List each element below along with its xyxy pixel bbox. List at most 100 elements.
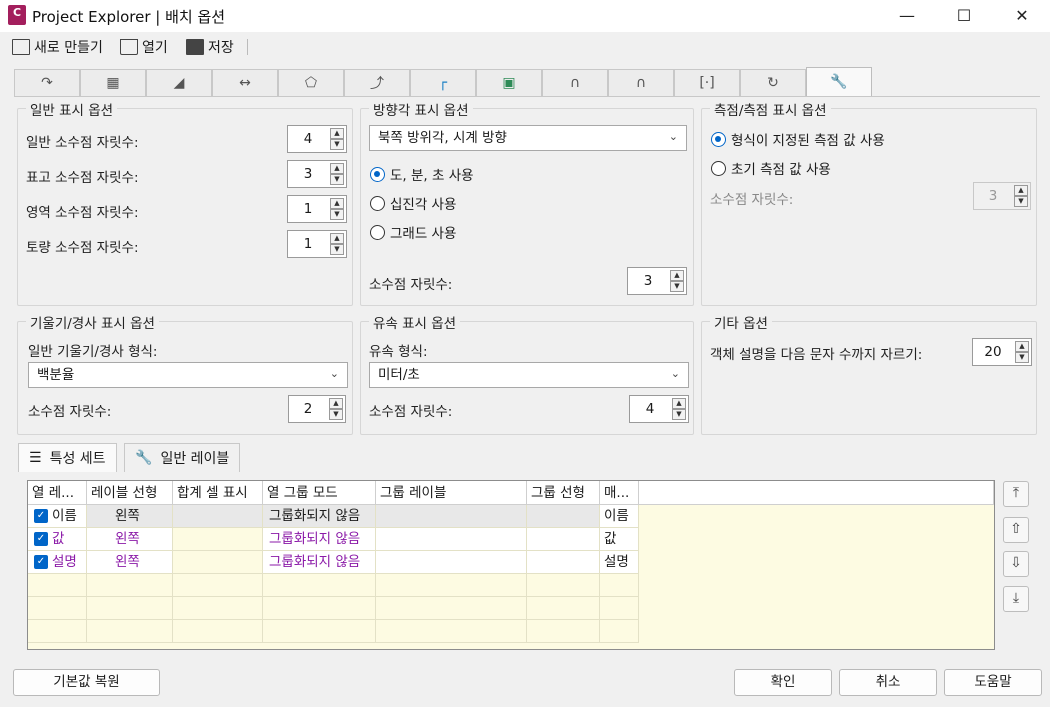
open-button[interactable]: 열기 [120, 36, 168, 58]
checkbox-icon[interactable]: ✓ [34, 532, 48, 546]
column-header[interactable]: 열 레... [28, 481, 87, 505]
spin-up-icon[interactable]: ▲ [330, 163, 344, 174]
tab-map[interactable]: ▣ [476, 69, 542, 96]
spin-down-icon[interactable]: ▼ [330, 244, 344, 255]
table-row[interactable]: ✓ 값 [28, 528, 87, 551]
radio-decimal[interactable]: 십진각 사용 [370, 193, 456, 213]
table-row[interactable]: ✓ 설명 [28, 551, 87, 574]
spin-down-icon[interactable]: ▼ [330, 174, 344, 185]
row-summary[interactable] [173, 551, 263, 574]
radio-grad[interactable]: 그래드 사용 [370, 222, 456, 242]
tab-pipe[interactable]: ∩ [542, 69, 608, 96]
move-down-button[interactable]: ⇩ [1003, 551, 1029, 577]
area-decimals-stepper[interactable]: 1 ▲ ▼ [287, 195, 347, 223]
cancel-button[interactable]: 취소 [839, 669, 937, 696]
row-align[interactable]: 왼쪽 [87, 505, 173, 528]
row-last[interactable]: 이름 [600, 505, 639, 528]
close-button[interactable]: ✕ [999, 0, 1045, 32]
spin-down-icon[interactable]: ▼ [1015, 352, 1029, 363]
station-decimals-stepper[interactable]: 3 ▲ ▼ [973, 182, 1031, 210]
tab-pressure-pipe[interactable]: ∩ [608, 69, 674, 96]
column-header[interactable]: 그룹 선형 [527, 481, 600, 505]
elevation-decimals-label: 표고 소수점 자릿수: [26, 170, 139, 186]
spin-up-icon[interactable]: ▲ [329, 398, 343, 409]
row-mode[interactable]: 그룹화되지 않음 [263, 528, 376, 551]
checkbox-icon[interactable]: ✓ [34, 555, 48, 569]
row-last[interactable]: 값 [600, 528, 639, 551]
row-group-align[interactable] [527, 528, 600, 551]
spin-up-icon[interactable]: ▲ [1015, 341, 1029, 352]
tab-bridge[interactable]: ▦ [80, 69, 146, 96]
property-grid: 열 레... 레이블 선형 합계 셀 표시 열 그룹 모드 그룹 레이블 그룹 … [27, 480, 995, 650]
new-document-icon [12, 39, 30, 55]
row-group-align[interactable] [527, 551, 600, 574]
spin-down-icon[interactable]: ▼ [330, 139, 344, 150]
slope-format-select[interactable]: 백분율 ⌄ [28, 362, 348, 388]
tab-corner[interactable]: ┌ [410, 69, 476, 96]
bearing-decimals-stepper[interactable]: 3 ▲ ▼ [627, 267, 687, 295]
general-decimals-stepper[interactable]: 4 ▲ ▼ [287, 125, 347, 153]
tab-surface[interactable]: ⬠ [278, 69, 344, 96]
row-mode[interactable]: 그룹화되지 않음 [263, 551, 376, 574]
bearing-format-select[interactable]: 북쪽 방위각, 시계 방향 ⌄ [369, 125, 687, 151]
restore-defaults-button[interactable]: 기본값 복원 [13, 669, 160, 696]
column-header[interactable]: 합계 셀 표시 [173, 481, 263, 505]
table-row[interactable]: ✓ 이름 [28, 505, 87, 528]
radio-raw-station[interactable]: 초기 측점 값 사용 [711, 158, 831, 178]
column-header[interactable]: 그룹 레이블 [376, 481, 527, 505]
tab-road[interactable]: ◢ [146, 69, 212, 96]
row-align[interactable]: 왼쪽 [87, 528, 173, 551]
checkbox-icon[interactable]: ✓ [34, 509, 48, 523]
row-last[interactable]: 설명 [600, 551, 639, 574]
help-button[interactable]: 도움말 [944, 669, 1042, 696]
volume-decimals-stepper[interactable]: 1 ▲ ▼ [287, 230, 347, 258]
flow-format-select[interactable]: 미터/초 ⌄ [369, 362, 689, 388]
radio-dms[interactable]: 도, 분, 초 사용 [370, 164, 474, 184]
spin-up-icon[interactable]: ▲ [1014, 185, 1028, 196]
spin-up-icon[interactable]: ▲ [330, 128, 344, 139]
spin-up-icon[interactable]: ▲ [330, 198, 344, 209]
tab-section[interactable]: ↔ [212, 69, 278, 96]
column-header[interactable]: 레이블 선형 [87, 481, 173, 505]
tab-alignment[interactable]: ↷ [14, 69, 80, 96]
flow-decimals-stepper[interactable]: 4 ▲ ▼ [629, 395, 689, 423]
column-header[interactable]: 열 그룹 모드 [263, 481, 376, 505]
flow-options-title: 유속 표시 옵션 [369, 312, 461, 332]
radio-formatted-station[interactable]: 형식이 지정된 측점 값 사용 [711, 129, 885, 149]
row-group-label[interactable] [376, 551, 527, 574]
slope-decimals-stepper[interactable]: 2 ▲ ▼ [288, 395, 346, 423]
truncate-stepper[interactable]: 20 ▲ ▼ [972, 338, 1032, 366]
row-group-label[interactable] [376, 505, 527, 528]
spin-up-icon[interactable]: ▲ [672, 398, 686, 409]
spin-down-icon[interactable]: ▼ [1014, 196, 1028, 207]
minimize-button[interactable]: — [884, 0, 930, 32]
row-summary[interactable] [173, 505, 263, 528]
general-options-group: 일반 표시 옵션 일반 소수점 자릿수: 4 ▲ ▼ 표고 소수점 자릿수: 3 … [17, 99, 353, 306]
column-header[interactable]: 매... [600, 481, 639, 505]
row-summary[interactable] [173, 528, 263, 551]
new-button[interactable]: 새로 만들기 [12, 36, 103, 58]
tab-curve[interactable]: ⤴ [344, 69, 410, 96]
maximize-button[interactable]: ☐ [941, 0, 987, 32]
elevation-decimals-stepper[interactable]: 3 ▲ ▼ [287, 160, 347, 188]
row-align[interactable]: 왼쪽 [87, 551, 173, 574]
row-mode[interactable]: 그룹화되지 않음 [263, 505, 376, 528]
spin-down-icon[interactable]: ▼ [329, 409, 343, 420]
row-group-align[interactable] [527, 505, 600, 528]
spin-down-icon[interactable]: ▼ [670, 281, 684, 292]
move-up-button[interactable]: ⇧ [1003, 517, 1029, 543]
tab-bracket[interactable]: [·] [674, 69, 740, 96]
tab-wrench[interactable]: 🔧 [806, 67, 872, 96]
spin-down-icon[interactable]: ▼ [330, 209, 344, 220]
tab-rotate[interactable]: ↻ [740, 69, 806, 96]
save-button[interactable]: 저장 [186, 36, 234, 58]
move-top-button[interactable]: ⤒ [1003, 481, 1029, 507]
ok-button[interactable]: 확인 [734, 669, 832, 696]
tab-property-sets[interactable]: ☰ 특성 세트 [18, 443, 117, 472]
spin-up-icon[interactable]: ▲ [330, 233, 344, 244]
spin-down-icon[interactable]: ▼ [672, 409, 686, 420]
tab-general-labels[interactable]: 🔧 일반 레이블 [124, 443, 241, 472]
row-group-label[interactable] [376, 528, 527, 551]
spin-up-icon[interactable]: ▲ [670, 270, 684, 281]
move-bottom-button[interactable]: ⤓ [1003, 586, 1029, 612]
